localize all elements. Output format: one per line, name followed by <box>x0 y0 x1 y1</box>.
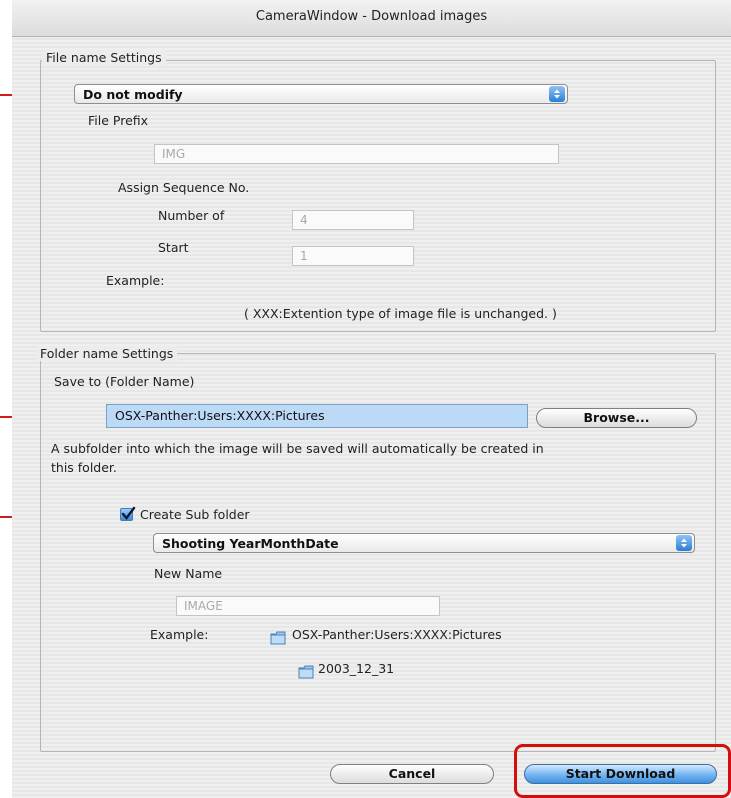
updown-arrows-icon <box>676 535 692 551</box>
window-title: CameraWindow - Download images <box>255 9 488 24</box>
number-of-label: Number of <box>158 208 225 223</box>
window-titlebar: CameraWindow - Download images <box>12 0 731 37</box>
file-name-settings-label: File name Settings <box>42 50 166 65</box>
example-path: OSX-Panther:Users:XXXX:Pictures <box>292 627 502 642</box>
download-images-window: CameraWindow - Download images File name… <box>12 0 731 798</box>
create-sub-folder-checkbox[interactable] <box>120 506 136 521</box>
browse-button[interactable]: Browse... <box>536 408 697 428</box>
file-example-label: Example: <box>106 273 165 288</box>
number-of-input[interactable]: 4 <box>292 210 414 230</box>
new-name-label: New Name <box>154 566 223 581</box>
assign-sequence-label: Assign Sequence No. <box>118 180 250 195</box>
file-name-mode-select[interactable]: Do not modify <box>74 84 568 104</box>
example-subfolder: 2003_12_31 <box>318 661 395 676</box>
sub-folder-type-select[interactable]: Shooting YearMonthDate <box>153 533 695 553</box>
folder-icon <box>298 664 314 679</box>
sub-folder-type-value: Shooting YearMonthDate <box>162 536 339 551</box>
subfolder-info-line-1: A subfolder into which the image will be… <box>51 441 544 456</box>
file-prefix-label: File Prefix <box>88 113 149 128</box>
new-name-input[interactable]: IMAGE <box>176 596 440 616</box>
create-sub-folder-label: Create Sub folder <box>140 507 250 522</box>
checkmark-icon <box>121 506 136 520</box>
file-prefix-input[interactable]: IMG <box>154 144 559 164</box>
save-to-label: Save to (Folder Name) <box>54 374 195 389</box>
subfolder-info-line-2: this folder. <box>51 460 117 475</box>
file-name-mode-value: Do not modify <box>83 87 183 102</box>
start-download-highlight <box>514 744 731 798</box>
file-extension-note: ( XXX:Extention type of image file is un… <box>244 306 557 321</box>
cancel-button[interactable]: Cancel <box>330 764 494 784</box>
save-to-path-input[interactable]: OSX-Panther:Users:XXXX:Pictures <box>106 404 528 428</box>
folder-example-label: Example: <box>150 627 209 642</box>
updown-arrows-icon <box>549 86 565 102</box>
start-input[interactable]: 1 <box>292 246 414 266</box>
start-label: Start <box>158 240 189 255</box>
folder-icon <box>270 630 286 645</box>
folder-name-settings-label: Folder name Settings <box>36 346 178 361</box>
